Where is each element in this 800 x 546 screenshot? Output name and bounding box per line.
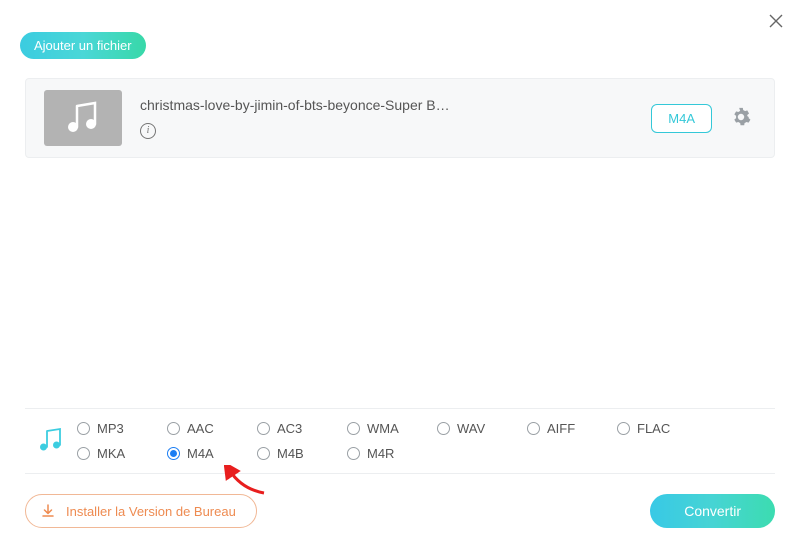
format-option-m4b[interactable]: M4B bbox=[257, 446, 347, 461]
close-icon bbox=[768, 13, 784, 29]
format-option-label: FLAC bbox=[637, 421, 670, 436]
radio-icon bbox=[77, 447, 90, 460]
format-option-label: M4B bbox=[277, 446, 304, 461]
radio-icon bbox=[437, 422, 450, 435]
format-option-aiff[interactable]: AIFF bbox=[527, 421, 617, 436]
info-icon[interactable]: i bbox=[140, 123, 156, 139]
install-desktop-button[interactable]: Installer la Version de Bureau bbox=[25, 494, 257, 528]
radio-icon bbox=[257, 422, 270, 435]
install-label: Installer la Version de Bureau bbox=[66, 504, 236, 519]
radio-icon bbox=[77, 422, 90, 435]
radio-icon bbox=[617, 422, 630, 435]
radio-icon bbox=[527, 422, 540, 435]
format-option-label: WAV bbox=[457, 421, 485, 436]
radio-icon bbox=[347, 422, 360, 435]
format-option-m4a[interactable]: M4A bbox=[167, 446, 257, 461]
format-option-aac[interactable]: AAC bbox=[167, 421, 257, 436]
format-option-label: MKA bbox=[97, 446, 125, 461]
settings-button[interactable] bbox=[726, 102, 756, 135]
close-button[interactable] bbox=[764, 8, 788, 39]
gear-icon bbox=[730, 106, 752, 128]
file-meta: christmas-love-by-jimin-of-bts-beyonce-S… bbox=[140, 97, 651, 139]
format-option-m4r[interactable]: M4R bbox=[347, 446, 437, 461]
radio-icon bbox=[257, 447, 270, 460]
format-selector: MP3 AAC AC3 WMA WAV AIFF FLAC MKA M4A M4B M4R bbox=[25, 408, 775, 474]
music-file-icon bbox=[63, 100, 103, 136]
format-option-ac3[interactable]: AC3 bbox=[257, 421, 347, 436]
format-option-mp3[interactable]: MP3 bbox=[77, 421, 167, 436]
file-item: christmas-love-by-jimin-of-bts-beyonce-S… bbox=[25, 78, 775, 158]
radio-icon bbox=[167, 422, 180, 435]
format-option-label: M4A bbox=[187, 446, 214, 461]
music-icon bbox=[25, 426, 77, 456]
format-option-label: M4R bbox=[367, 446, 394, 461]
format-option-wma[interactable]: WMA bbox=[347, 421, 437, 436]
convert-button[interactable]: Convertir bbox=[650, 494, 775, 528]
format-options-grid: MP3 AAC AC3 WMA WAV AIFF FLAC MKA M4A M4B M4R bbox=[77, 421, 707, 461]
format-option-flac[interactable]: FLAC bbox=[617, 421, 707, 436]
format-option-label: MP3 bbox=[97, 421, 124, 436]
format-option-label: AAC bbox=[187, 421, 214, 436]
format-badge[interactable]: M4A bbox=[651, 104, 712, 133]
footer: Installer la Version de Bureau Convertir bbox=[25, 494, 775, 528]
file-thumbnail bbox=[44, 90, 122, 146]
format-option-mka[interactable]: MKA bbox=[77, 446, 167, 461]
format-option-label: AIFF bbox=[547, 421, 575, 436]
format-option-wav[interactable]: WAV bbox=[437, 421, 527, 436]
radio-icon bbox=[347, 447, 360, 460]
add-file-button[interactable]: Ajouter un fichier bbox=[20, 32, 146, 59]
radio-icon bbox=[167, 447, 180, 460]
file-name-label: christmas-love-by-jimin-of-bts-beyonce-S… bbox=[140, 97, 651, 113]
download-icon bbox=[40, 503, 56, 519]
format-option-label: AC3 bbox=[277, 421, 302, 436]
format-option-label: WMA bbox=[367, 421, 399, 436]
